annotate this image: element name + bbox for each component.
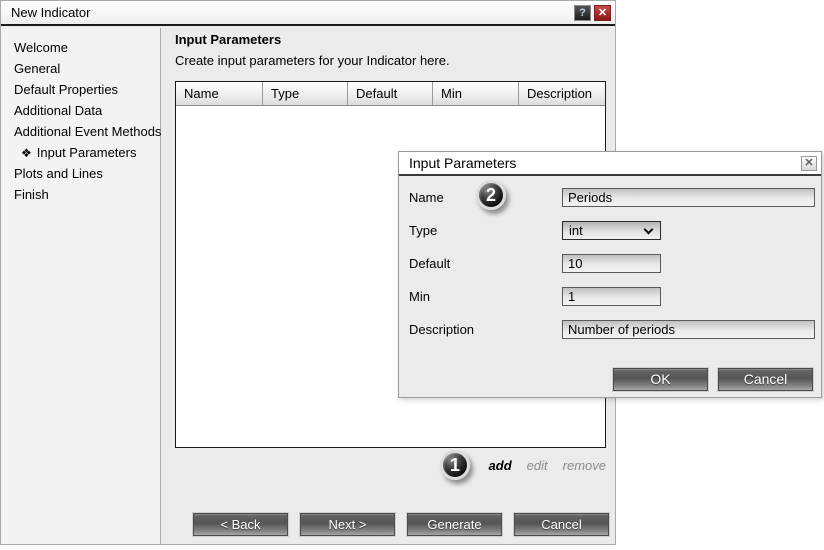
sidebar-item-general[interactable]: General — [1, 58, 160, 79]
column-header-name[interactable]: Name — [176, 82, 262, 105]
active-step-icon: ❖ — [21, 146, 32, 160]
ok-button[interactable]: OK — [612, 367, 709, 392]
sidebar-item-additional-data[interactable]: Additional Data — [1, 100, 160, 121]
list-action-links: add edit remove — [489, 458, 606, 473]
callout-badge-2: 2 — [476, 180, 506, 210]
callout-badge-1: 1 — [440, 450, 470, 480]
help-button[interactable]: ? — [574, 5, 591, 21]
min-row: Min — [409, 287, 815, 306]
sidebar-item-additional-event-methods[interactable]: Additional Event Methods — [1, 121, 160, 142]
window-title: New Indicator — [11, 5, 90, 20]
dialog-title: Input Parameters — [409, 155, 516, 171]
generate-button[interactable]: Generate — [406, 512, 503, 537]
page: New Indicator ? ✕ Welcome General Defaul… — [0, 0, 824, 550]
close-button[interactable]: ✕ — [594, 5, 611, 21]
sidebar-item-finish[interactable]: Finish — [1, 184, 160, 205]
column-header-type[interactable]: Type — [262, 82, 347, 105]
dialog-close-button[interactable]: ✕ — [801, 156, 817, 171]
column-header-description[interactable]: Description — [518, 82, 605, 105]
add-link[interactable]: add — [489, 458, 512, 473]
description-input[interactable] — [562, 320, 815, 339]
page-title: Input Parameters — [175, 32, 281, 47]
type-select-value: int — [569, 223, 583, 238]
column-header-min[interactable]: Min — [432, 82, 518, 105]
default-label: Default — [409, 256, 562, 271]
dialog-cancel-button[interactable]: Cancel — [717, 367, 814, 392]
sidebar-item-label: Input Parameters — [37, 145, 137, 160]
name-row: Name — [409, 188, 815, 207]
min-input[interactable] — [562, 287, 661, 306]
description-label: Description — [409, 322, 562, 337]
sidebar-item-plots-and-lines[interactable]: Plots and Lines — [1, 163, 160, 184]
type-label: Type — [409, 223, 562, 238]
column-header-default[interactable]: Default — [347, 82, 432, 105]
remove-link[interactable]: remove — [563, 458, 606, 473]
min-label: Min — [409, 289, 562, 304]
name-input[interactable] — [562, 188, 815, 207]
titlebar-buttons: ? ✕ — [574, 5, 611, 21]
sidebar-item-welcome[interactable]: Welcome — [1, 37, 160, 58]
type-select[interactable]: int — [562, 221, 661, 240]
description-row: Description — [409, 320, 815, 339]
type-row: Type int — [409, 221, 815, 240]
default-input[interactable] — [562, 254, 661, 273]
wizard-cancel-button[interactable]: Cancel — [513, 512, 610, 537]
edit-link[interactable]: edit — [527, 458, 548, 473]
default-row: Default — [409, 254, 815, 273]
back-button[interactable]: < Back — [192, 512, 289, 537]
input-parameters-dialog: Input Parameters ✕ Name Type int Default… — [398, 151, 822, 398]
window-titlebar: New Indicator ? ✕ — [1, 1, 615, 26]
wizard-button-row: < Back Next > Generate Cancel — [192, 512, 610, 537]
sidebar-item-input-parameters[interactable]: ❖ Input Parameters — [1, 142, 160, 163]
table-header-row: Name Type Default Min Description — [176, 82, 605, 106]
dialog-button-row: OK Cancel — [612, 367, 814, 392]
wizard-steps-sidebar: Welcome General Default Properties Addit… — [1, 28, 161, 544]
chevron-down-icon — [644, 225, 654, 235]
next-button[interactable]: Next > — [299, 512, 396, 537]
dialog-titlebar: Input Parameters ✕ — [399, 152, 821, 176]
page-subtitle: Create input parameters for your Indicat… — [175, 53, 450, 68]
sidebar-item-default-properties[interactable]: Default Properties — [1, 79, 160, 100]
